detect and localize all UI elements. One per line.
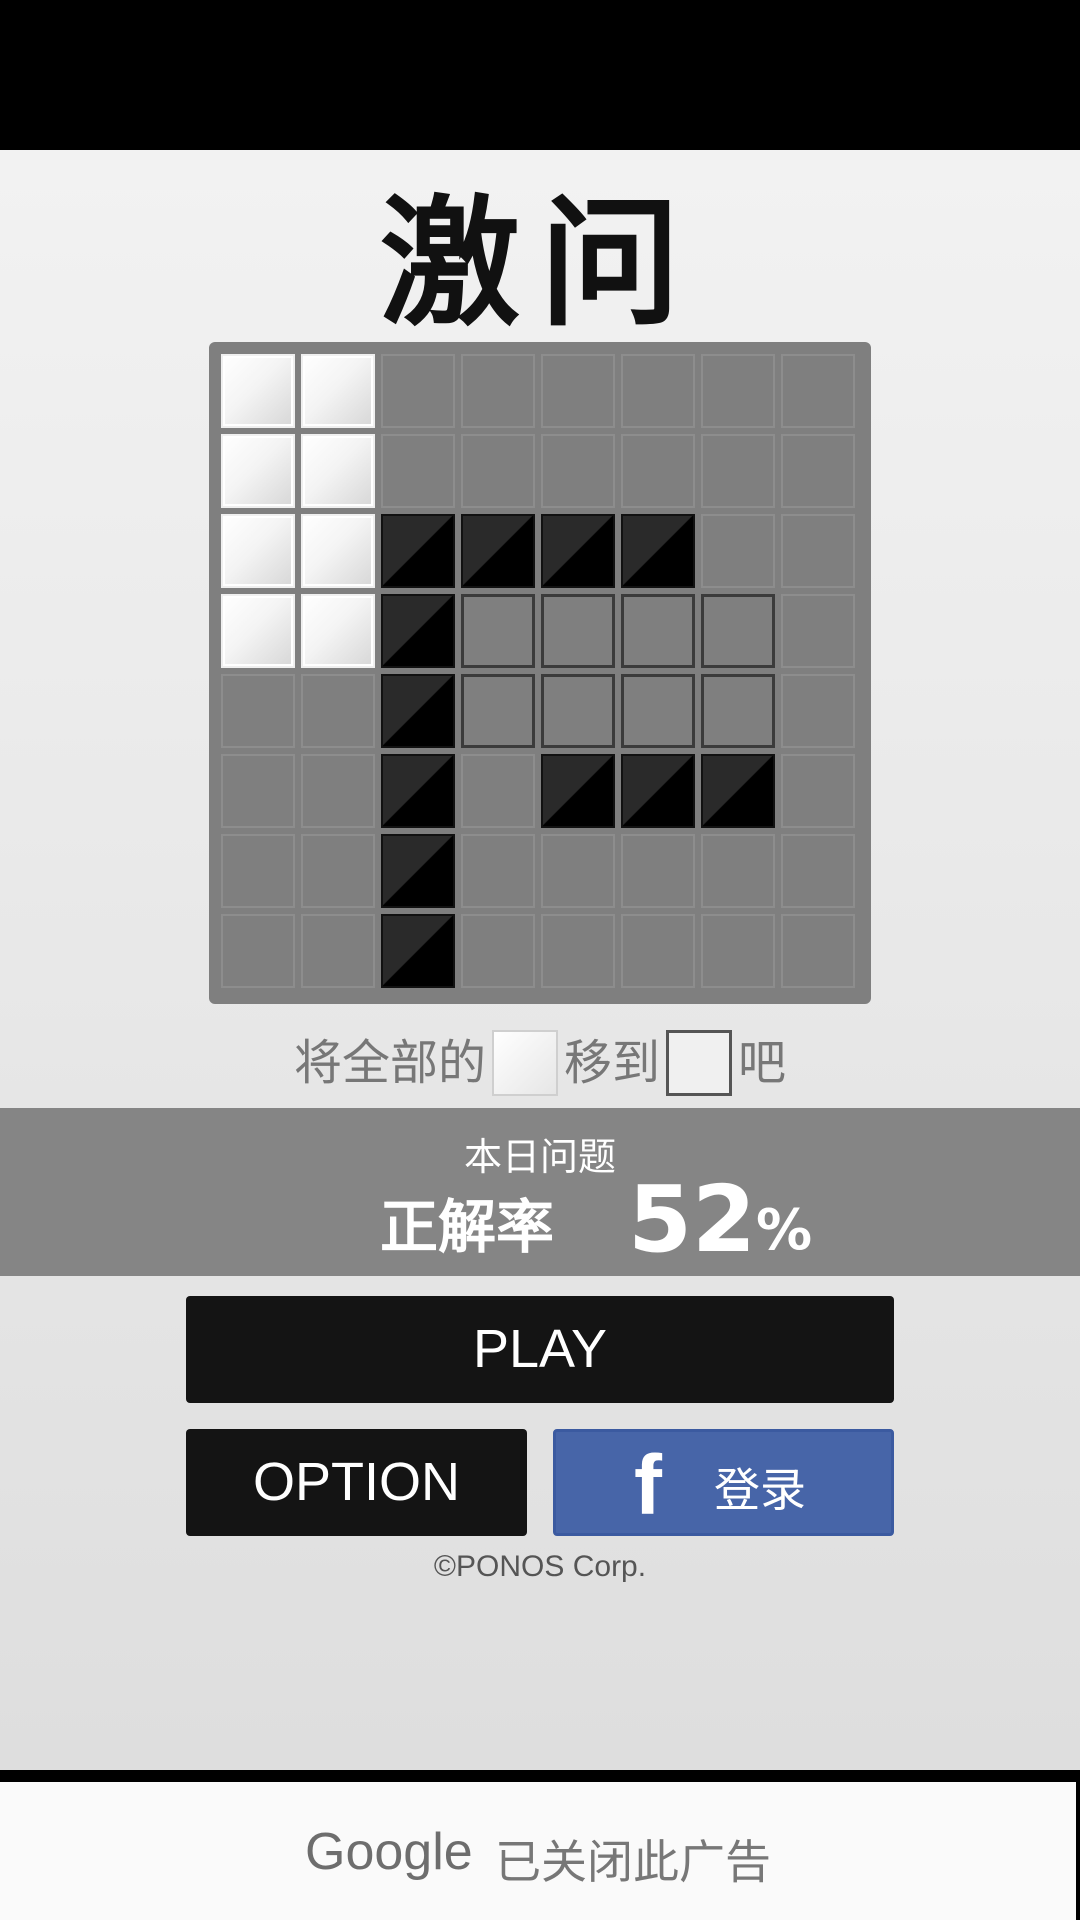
- facebook-login-button[interactable]: f 登录: [553, 1429, 894, 1536]
- board-cell-empty: [621, 834, 695, 908]
- board-cell-empty: [621, 914, 695, 988]
- board-cell-empty: [781, 434, 855, 508]
- board-cell-empty: [221, 674, 295, 748]
- white-block-icon: [491, 1030, 558, 1096]
- board-cell-empty: [301, 754, 375, 828]
- board-cell-black: [701, 754, 775, 828]
- board-cell-empty: [781, 754, 855, 828]
- board-cell-empty: [701, 914, 775, 988]
- board-cell-white[interactable]: [221, 594, 295, 668]
- board-cell-target: [701, 594, 775, 668]
- puzzle-board[interactable]: [209, 342, 871, 1004]
- board-cell-black: [381, 594, 455, 668]
- board-cell-target: [541, 674, 615, 748]
- board-cell-black: [381, 914, 455, 988]
- instruction-part3: 吧: [738, 1035, 787, 1091]
- board-cell-empty: [541, 354, 615, 428]
- board-cell-black: [381, 834, 455, 908]
- board-cell-empty: [461, 914, 535, 988]
- board-cell-empty: [461, 754, 535, 828]
- option-button[interactable]: OPTION: [186, 1429, 527, 1536]
- correct-rate-unit: %: [756, 1198, 813, 1263]
- board-cell-empty: [461, 434, 535, 508]
- correct-rate-label: 正解率: [380, 1193, 555, 1261]
- board-cell-black: [621, 754, 695, 828]
- board-cell-empty: [621, 434, 695, 508]
- board-cell-empty: [381, 354, 455, 428]
- ad-closed-text: 已关闭此广告: [495, 1835, 771, 1889]
- board-cell-black: [381, 754, 455, 828]
- board-cell-empty: [301, 834, 375, 908]
- board-cell-target: [621, 674, 695, 748]
- board-cell-empty: [221, 914, 295, 988]
- board-cell-empty: [781, 594, 855, 668]
- ad-banner[interactable]: Google 已关闭此广告: [0, 1782, 1076, 1920]
- board-cell-empty: [541, 914, 615, 988]
- game-screen: 激问 将全部的 移到 吧 本日问题 正解率 52 % PLAY OPTION f 登…: [0, 150, 1080, 1770]
- board-cell-target: [701, 674, 775, 748]
- board-cell-target: [461, 594, 535, 668]
- facebook-login-label: 登录: [714, 1463, 806, 1517]
- board-cell-white[interactable]: [221, 354, 295, 428]
- board-cell-empty: [541, 834, 615, 908]
- board-cell-empty: [781, 514, 855, 588]
- board-cell-target: [461, 674, 535, 748]
- board-cell-white[interactable]: [221, 514, 295, 588]
- correct-rate-value: 52: [628, 1166, 757, 1273]
- copyright: ©PONOS Corp.: [433, 1550, 647, 1583]
- board-cell-empty: [781, 914, 855, 988]
- board-cell-black: [381, 514, 455, 588]
- board-cell-black: [621, 514, 695, 588]
- board-cell-empty: [301, 914, 375, 988]
- daily-question-band: 本日问题 正解率 52 %: [0, 1108, 1080, 1276]
- target-area-icon: [666, 1030, 732, 1096]
- board-cell-white[interactable]: [221, 434, 295, 508]
- board-cell-empty: [381, 434, 455, 508]
- game-title: 激问: [0, 190, 1080, 340]
- board-cell-empty: [541, 434, 615, 508]
- google-logo: Google: [305, 1823, 473, 1881]
- instruction-part2: 移到: [563, 1035, 660, 1091]
- play-button[interactable]: PLAY: [186, 1296, 894, 1403]
- board-cell-white[interactable]: [301, 514, 375, 588]
- board-cell-empty: [701, 834, 775, 908]
- board-cell-white[interactable]: [301, 354, 375, 428]
- board-cell-black: [381, 674, 455, 748]
- facebook-icon: f: [634, 1438, 662, 1532]
- board-cell-white[interactable]: [301, 594, 375, 668]
- board-cell-empty: [221, 754, 295, 828]
- status-bar: [0, 0, 1080, 150]
- board-cell-empty: [701, 434, 775, 508]
- board-cell-empty: [621, 354, 695, 428]
- board-cell-white[interactable]: [301, 434, 375, 508]
- daily-question-label: 本日问题: [463, 1135, 616, 1179]
- board-cell-target: [621, 594, 695, 668]
- board-cell-black: [541, 754, 615, 828]
- instruction: 将全部的 移到 吧: [0, 1020, 1080, 1100]
- board-cell-empty: [781, 354, 855, 428]
- board-cell-black: [461, 514, 535, 588]
- board-cell-empty: [301, 674, 375, 748]
- game-title-text: 激问: [379, 183, 700, 346]
- board-cell-empty: [461, 834, 535, 908]
- board-cell-target: [541, 594, 615, 668]
- board-cell-empty: [701, 354, 775, 428]
- instruction-part1: 将全部的: [293, 1035, 486, 1091]
- board-cell-empty: [221, 834, 295, 908]
- board-cell-empty: [781, 834, 855, 908]
- board-cell-empty: [781, 674, 855, 748]
- board-cell-black: [541, 514, 615, 588]
- board-cell-empty: [701, 514, 775, 588]
- board-cell-empty: [461, 354, 535, 428]
